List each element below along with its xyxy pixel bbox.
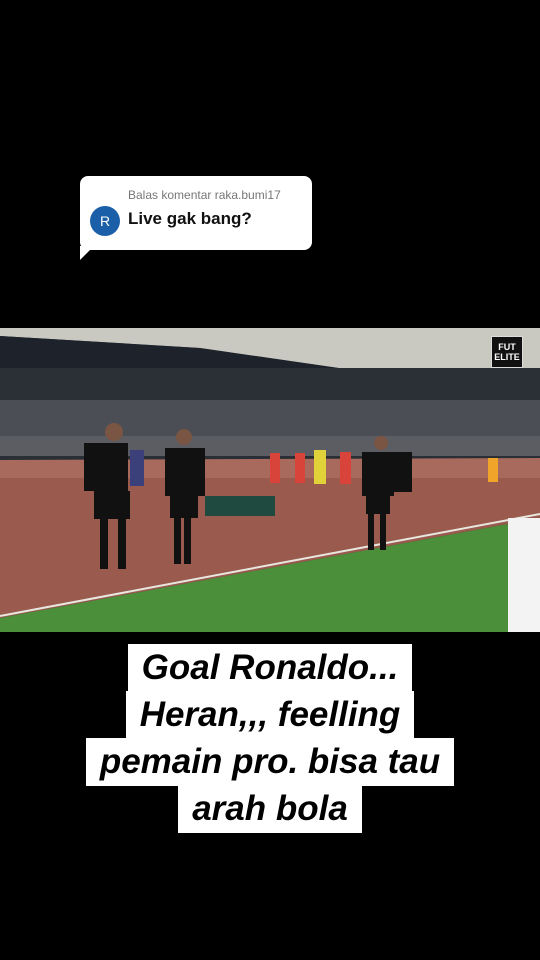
caption-line: Goal Ronaldo... xyxy=(127,644,413,692)
watermark-line-1: FUT xyxy=(498,342,516,352)
reply-comment-text: Live gak bang? xyxy=(128,209,252,228)
channel-watermark-logo: FUT ELITE xyxy=(491,336,523,368)
watermark-line-2: ELITE xyxy=(494,352,520,362)
reply-bubble-tail xyxy=(80,246,94,260)
reply-comment-card[interactable]: Balas komentar raka.bumi17 R Live gak ba… xyxy=(80,176,312,250)
video-frame[interactable]: FUT ELITE xyxy=(0,328,540,632)
reply-header: Balas komentar raka.bumi17 xyxy=(128,188,281,202)
stadium-scene xyxy=(0,328,540,632)
avatar: R xyxy=(90,206,120,236)
video-caption: Goal Ronaldo... Heran,,, feelling pemain… xyxy=(0,644,540,833)
caption-line: pemain pro. bisa tau xyxy=(85,738,455,786)
caption-line: arah bola xyxy=(178,785,362,833)
caption-line: Heran,,, feelling xyxy=(125,691,415,739)
